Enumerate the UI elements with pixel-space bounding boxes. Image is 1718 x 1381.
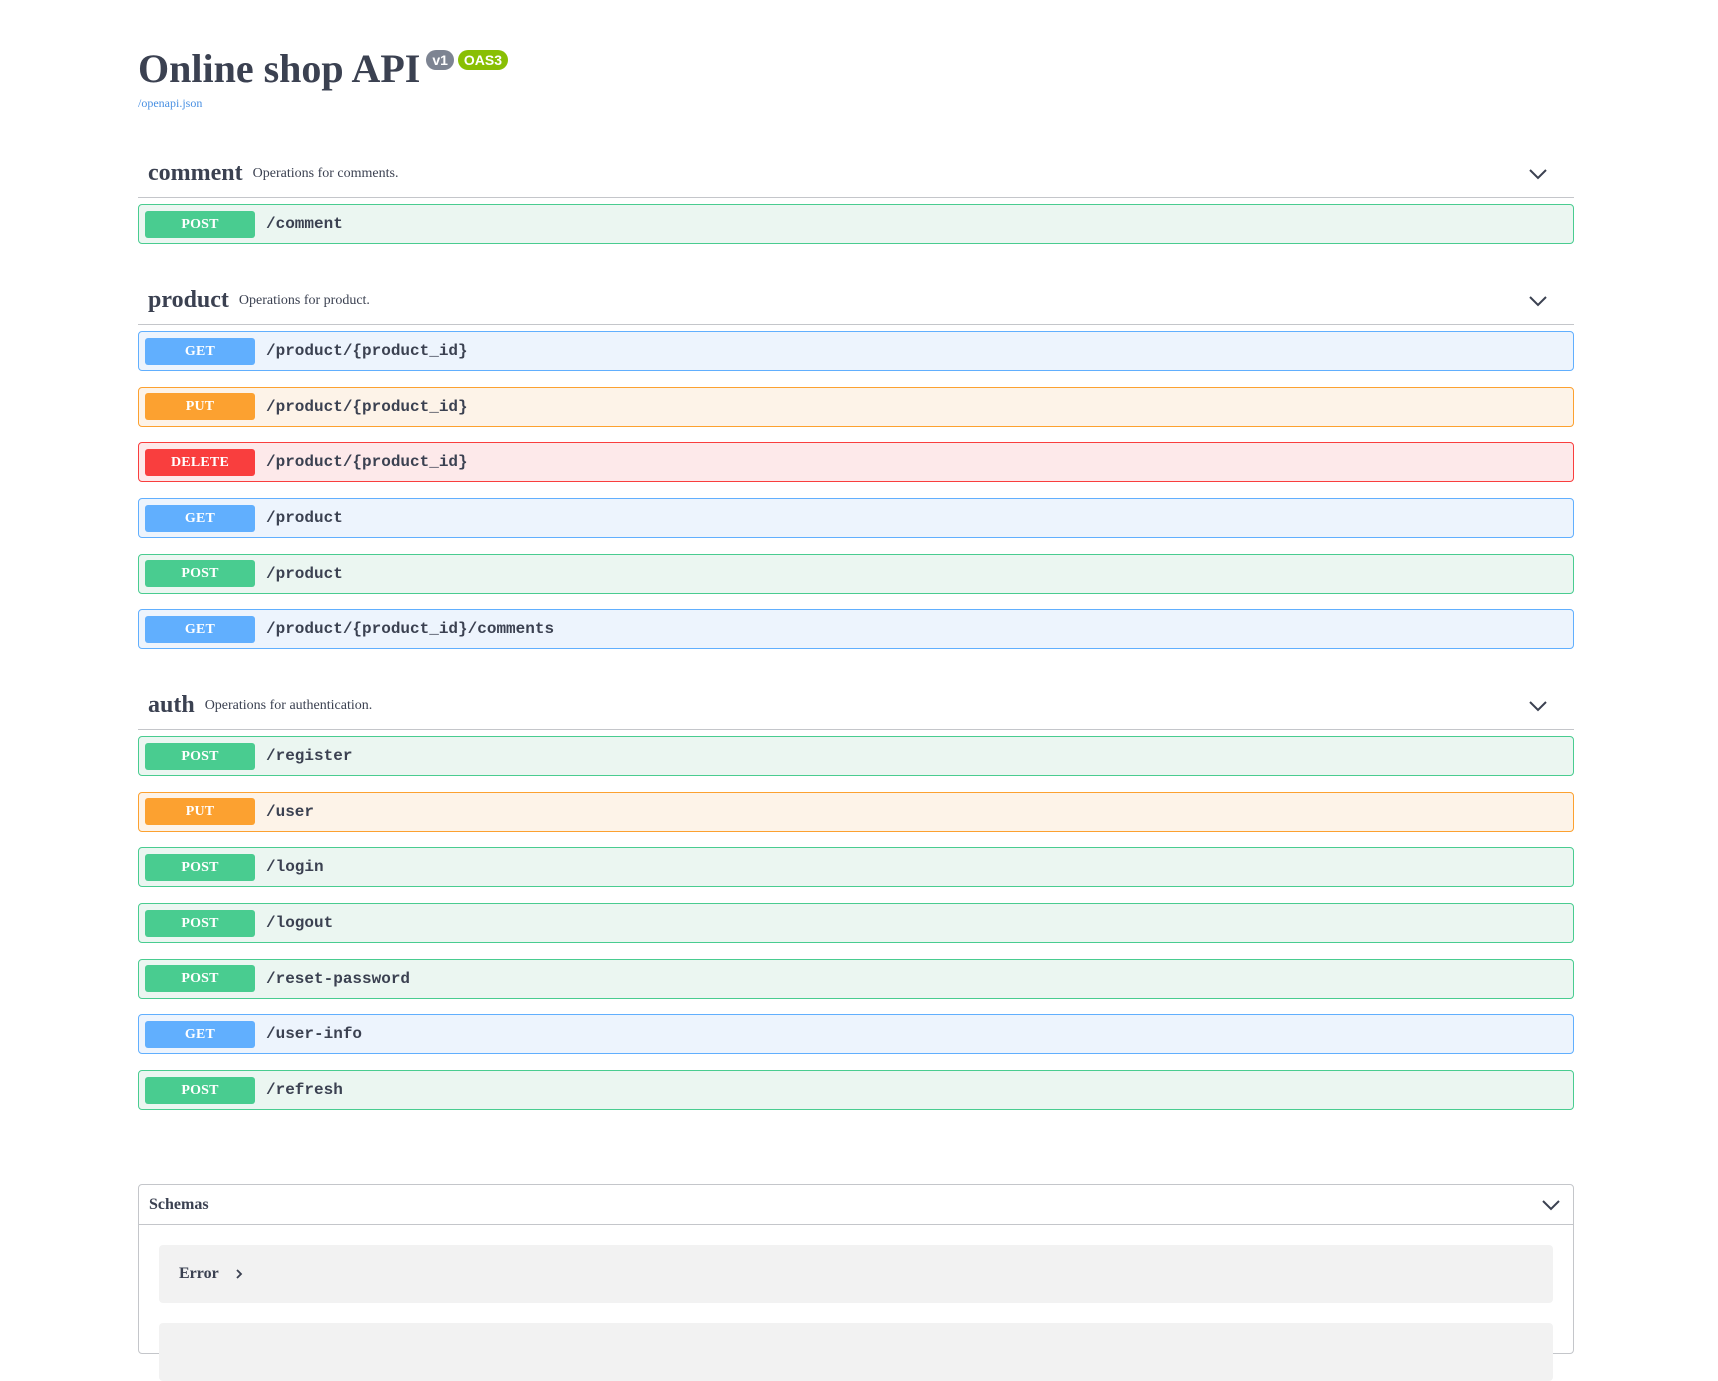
- operation-path: /login: [266, 858, 324, 877]
- title-row: Online shop API v1 OAS3: [138, 44, 1574, 94]
- model-container[interactable]: [159, 1323, 1553, 1381]
- operation-path: /product/{product_id}: [266, 453, 468, 472]
- method-badge: POST: [145, 853, 255, 881]
- tag-description: Operations for product.: [238, 292, 370, 308]
- tag-section-product: product Operations for product. GET /pro…: [138, 277, 1574, 665]
- operation-path: /product: [266, 564, 343, 583]
- tag-section-auth: auth Operations for authentication. POST…: [138, 682, 1574, 1126]
- operation-post-refresh[interactable]: POST /refresh: [138, 1070, 1574, 1111]
- schemas-header[interactable]: Schemas: [139, 1185, 1573, 1225]
- method-badge: POST: [145, 210, 255, 238]
- api-info: Online shop API v1 OAS3 /openapi.json: [138, 44, 1574, 111]
- chevron-right-icon[interactable]: [233, 1268, 245, 1280]
- tag-name: auth: [148, 692, 195, 718]
- method-badge: POST: [145, 1076, 255, 1104]
- model-container-error[interactable]: Error: [159, 1245, 1553, 1303]
- operation-put-user[interactable]: PUT /user: [138, 791, 1574, 832]
- operation-post-product[interactable]: POST /product: [138, 553, 1574, 594]
- tag-name: comment: [148, 160, 243, 186]
- model-name: Error: [179, 1265, 219, 1282]
- operation-path: /logout: [266, 914, 334, 933]
- tag-name: product: [148, 287, 229, 313]
- oas-badge: OAS3: [457, 50, 509, 70]
- operation-path: /comment: [266, 215, 343, 233]
- tag-description: Operations for comments.: [252, 165, 399, 181]
- operation-post-reset-password[interactable]: POST /reset-password: [138, 958, 1574, 999]
- method-badge: POST: [145, 560, 255, 588]
- method-badge: DELETE: [145, 448, 255, 476]
- chevron-down-icon[interactable]: [1541, 1195, 1561, 1215]
- operation-path: /product/{product_id}: [266, 397, 468, 416]
- method-badge: PUT: [145, 798, 255, 826]
- chevron-down-icon[interactable]: [1528, 696, 1548, 716]
- tag-header-comment[interactable]: comment Operations for comments.: [138, 150, 1574, 198]
- api-title: Online shop API: [138, 46, 421, 91]
- method-badge: GET: [145, 337, 255, 365]
- operation-path: /product/{product_id}/comments: [266, 620, 555, 639]
- operation-path: /user: [266, 802, 315, 821]
- operation-post-register[interactable]: POST /register: [138, 736, 1574, 776]
- method-badge: GET: [145, 504, 255, 532]
- operation-post-login[interactable]: POST /login: [138, 847, 1574, 888]
- operation-path: /register: [266, 747, 353, 765]
- operation-path: /reset-password: [266, 969, 411, 988]
- operations-list: POST /register PUT /user POST /login POS…: [138, 730, 1574, 1111]
- method-badge: PUT: [145, 393, 255, 421]
- schemas-title: Schemas: [149, 1195, 209, 1213]
- operation-path: /product: [266, 509, 343, 528]
- version-badge: v1: [426, 50, 454, 70]
- method-badge: GET: [145, 615, 255, 643]
- operations-list: GET /product/{product_id} PUT /product/{…: [138, 325, 1574, 650]
- operation-post-logout[interactable]: POST /logout: [138, 903, 1574, 944]
- operation-path: /product/{product_id}: [266, 342, 468, 360]
- operation-delete-product-by-id[interactable]: DELETE /product/{product_id}: [138, 442, 1574, 483]
- openapi-json-link[interactable]: /openapi.json: [138, 96, 1574, 111]
- method-badge: POST: [145, 909, 255, 937]
- operation-get-product-comments[interactable]: GET /product/{product_id}/comments: [138, 609, 1574, 650]
- method-badge: POST: [145, 742, 255, 770]
- method-badge: POST: [145, 965, 255, 993]
- operation-path: /refresh: [266, 1081, 343, 1100]
- method-badge: GET: [145, 1020, 255, 1048]
- schemas-section: Schemas Error: [138, 1184, 1574, 1381]
- operation-get-product-by-id[interactable]: GET /product/{product_id}: [138, 331, 1574, 371]
- operation-get-user-info[interactable]: GET /user-info: [138, 1014, 1574, 1055]
- tag-section-comment: comment Operations for comments. POST /c…: [138, 150, 1574, 260]
- operation-post-comment[interactable]: POST /comment: [138, 204, 1574, 244]
- operation-get-product-list[interactable]: GET /product: [138, 498, 1574, 539]
- tag-header-product[interactable]: product Operations for product.: [138, 277, 1574, 325]
- operations-list: POST /comment: [138, 198, 1574, 244]
- tag-header-auth[interactable]: auth Operations for authentication.: [138, 682, 1574, 730]
- chevron-down-icon[interactable]: [1528, 164, 1548, 184]
- chevron-down-icon[interactable]: [1528, 291, 1548, 311]
- operation-path: /user-info: [266, 1025, 363, 1044]
- tag-description: Operations for authentication.: [204, 697, 373, 713]
- operation-put-product-by-id[interactable]: PUT /product/{product_id}: [138, 386, 1574, 427]
